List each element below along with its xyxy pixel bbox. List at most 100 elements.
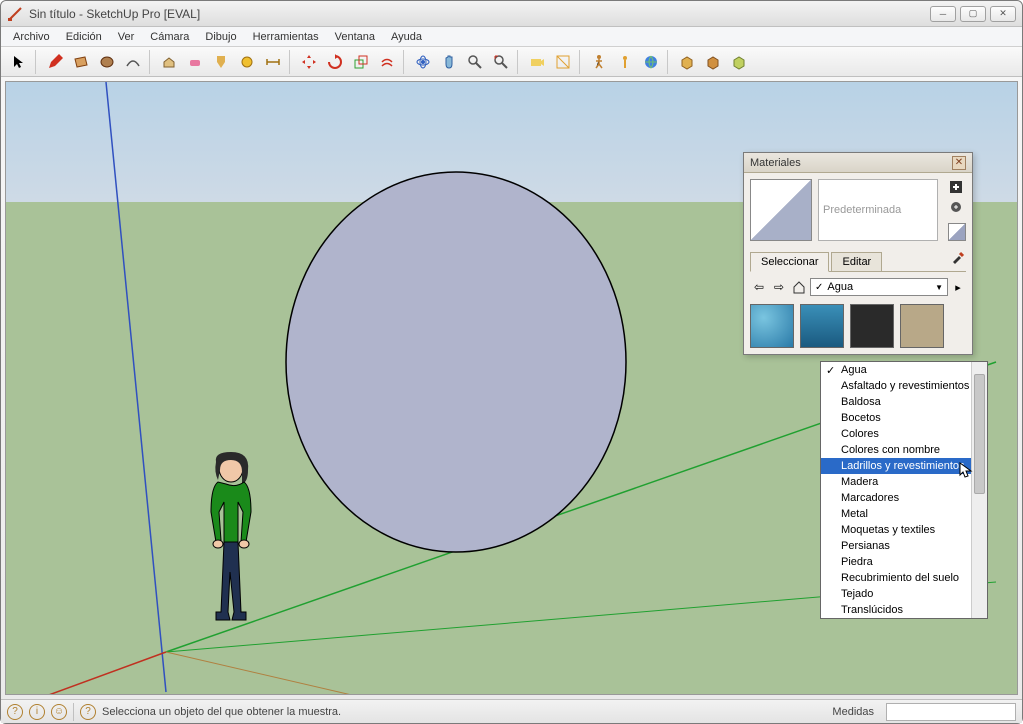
circle-tool-icon[interactable] [95,50,119,74]
menu-herramientas[interactable]: Herramientas [245,29,327,45]
dropdown-item[interactable]: Colores con nombre [821,442,987,458]
app-window: Sin título - SketchUp Pro [EVAL] ─ ▢ ✕ A… [0,0,1023,724]
scale-tool-icon[interactable] [349,50,373,74]
lookaround-tool-icon[interactable] [613,50,637,74]
statusbar: ? i ☺ ? Selecciona un objeto del que obt… [1,699,1022,723]
zoom-extents-tool-icon[interactable] [489,50,513,74]
material-thumb[interactable] [750,304,794,348]
globe-tool-icon[interactable] [639,50,663,74]
camera-tool-icon[interactable] [525,50,549,74]
materials-body: Predeterminada Seleccionar Editar ⇦ ⇨ [744,173,972,354]
menu-dibujo[interactable]: Dibujo [197,29,244,45]
nav-back-icon[interactable]: ⇦ [750,278,768,296]
status-hint: Selecciona un objeto del que obtener la … [102,706,341,718]
default-material-swatch[interactable] [948,223,966,241]
orbit-tool-icon[interactable] [411,50,435,74]
add-tool-icon[interactable] [727,50,751,74]
dropdown-item[interactable]: Piedra [821,554,987,570]
dropdown-item[interactable]: Recubrimiento del suelo [821,570,987,586]
details-icon[interactable]: ▸ [950,279,966,295]
dropdown-item[interactable]: Asfaltado y revestimientos [821,378,987,394]
toolbar-separator [517,50,521,74]
menu-ver[interactable]: Ver [110,29,143,45]
check-icon: ✓ [815,282,823,293]
materials-panel: Materiales ✕ Predeterminada Selecci [743,152,973,355]
hint-help-icon[interactable]: ? [80,704,96,720]
help-icon[interactable]: ? [7,704,23,720]
menu-ayuda[interactable]: Ayuda [383,29,430,45]
tab-editar[interactable]: Editar [831,252,882,271]
minimize-button[interactable]: ─ [930,6,956,22]
tape-tool-icon[interactable] [235,50,259,74]
material-thumb[interactable] [850,304,894,348]
walk-tool-icon[interactable] [587,50,611,74]
dropdown-scrollbar[interactable] [971,362,987,618]
material-preview-swatch[interactable] [750,179,812,241]
toolbar-separator [579,50,583,74]
eraser-tool-icon[interactable] [183,50,207,74]
material-name-field[interactable]: Predeterminada [818,179,938,241]
material-thumb[interactable] [900,304,944,348]
select-tool-icon[interactable] [7,50,31,74]
measure-field[interactable] [886,703,1016,721]
statusbar-separator [73,703,74,721]
menu-ventana[interactable]: Ventana [327,29,383,45]
menu-edicion[interactable]: Edición [58,29,110,45]
dropdown-item[interactable]: Baldosa [821,394,987,410]
info-icon[interactable]: i [29,704,45,720]
chevron-down-icon: ▼ [935,283,943,292]
offset-tool-icon[interactable] [375,50,399,74]
materials-close-button[interactable]: ✕ [952,156,966,170]
material-library-dropdown: AguaAsfaltado y revestimientosBaldosaBoc… [820,361,988,619]
toolbar [1,47,1022,77]
dropdown-item[interactable]: Moquetas y textiles [821,522,987,538]
tab-seleccionar[interactable]: Seleccionar [750,252,829,272]
toolbar-separator [149,50,153,74]
rotate-tool-icon[interactable] [323,50,347,74]
dropdown-item[interactable]: Persianas [821,538,987,554]
dimension-tool-icon[interactable] [261,50,285,74]
dropdown-item[interactable]: Colores [821,426,987,442]
dropdown-item[interactable]: Agua [821,362,987,378]
toolbar-separator [289,50,293,74]
zoom-tool-icon[interactable] [463,50,487,74]
create-material-icon[interactable] [948,179,964,195]
component2-tool-icon[interactable] [701,50,725,74]
titlebar: Sin título - SketchUp Pro [EVAL] ─ ▢ ✕ [1,1,1022,27]
combo-selected-label: Agua [827,281,853,293]
arc-tool-icon[interactable] [121,50,145,74]
menu-archivo[interactable]: Archivo [5,29,58,45]
material-thumb[interactable] [800,304,844,348]
measure-label: Medidas [832,706,880,718]
dropdown-item[interactable]: Tejado [821,586,987,602]
dropdown-item[interactable]: Marcadores [821,490,987,506]
pencil-tool-icon[interactable] [43,50,67,74]
maximize-button[interactable]: ▢ [960,6,986,22]
pan-tool-icon[interactable] [437,50,461,74]
material-library-combo[interactable]: ✓ Agua ▼ [810,278,948,296]
person-icon[interactable]: ☺ [51,704,67,720]
materials-panel-titlebar[interactable]: Materiales ✕ [744,153,972,173]
app-icon [7,6,23,22]
menubar: Archivo Edición Ver Cámara Dibujo Herram… [1,27,1022,47]
toolbar-separator [403,50,407,74]
cursor-icon [959,462,973,480]
pushpull-tool-icon[interactable] [157,50,181,74]
component-tool-icon[interactable] [675,50,699,74]
nav-forward-icon[interactable]: ⇨ [770,278,788,296]
dropdown-item[interactable]: Metal [821,506,987,522]
menu-camara[interactable]: Cámara [142,29,197,45]
close-button[interactable]: ✕ [990,6,1016,22]
material-thumbnails [750,304,966,348]
eyedropper-icon[interactable] [950,249,966,271]
add-to-model-icon[interactable] [948,199,964,215]
window-title: Sin título - SketchUp Pro [EVAL] [29,7,926,21]
rectangle-tool-icon[interactable] [69,50,93,74]
nav-home-icon[interactable] [790,278,808,296]
section-tool-icon[interactable] [551,50,575,74]
dropdown-item[interactable]: Translúcidos [821,602,987,618]
move-tool-icon[interactable] [297,50,321,74]
paint-tool-icon[interactable] [209,50,233,74]
viewport[interactable]: Materiales ✕ Predeterminada Selecci [5,81,1018,695]
dropdown-item[interactable]: Bocetos [821,410,987,426]
